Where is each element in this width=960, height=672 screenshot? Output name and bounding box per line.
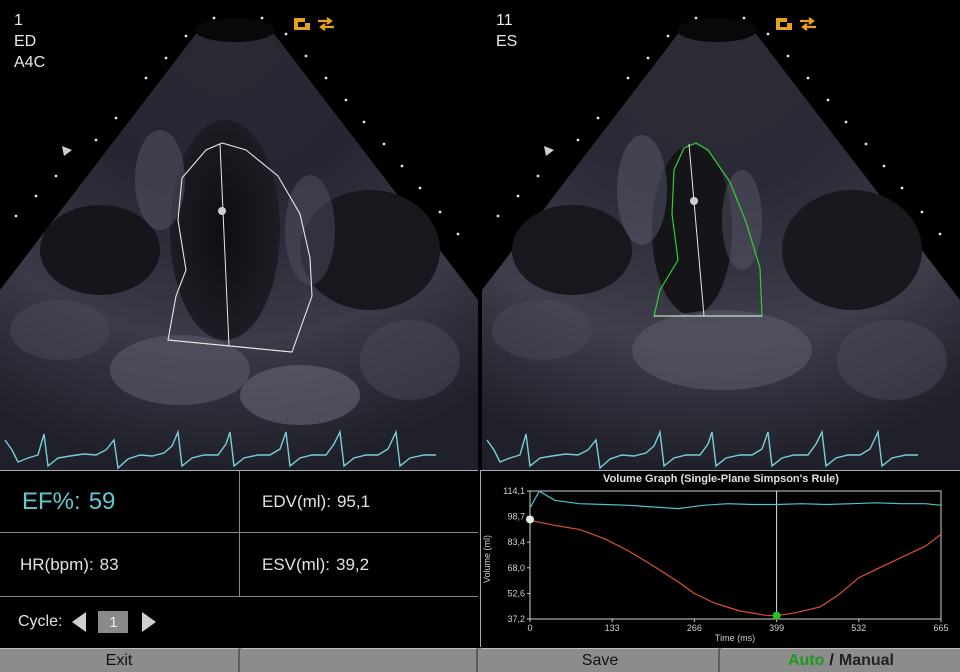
- ed-volume-marker[interactable]: [526, 515, 534, 524]
- y-tick-label: 37,2: [507, 614, 525, 624]
- view-label: A4C: [14, 54, 46, 71]
- es-phase-label: ES: [496, 33, 518, 50]
- cycle-next-arrow-icon[interactable]: [142, 612, 157, 632]
- graph-ylabel: Volume (ml): [482, 535, 492, 583]
- hr-label: HR(bpm):: [20, 554, 94, 574]
- bottom-toolbar: Exit Save Auto / Manual: [0, 648, 960, 672]
- graph-xlabel: Time (ms): [715, 633, 755, 643]
- cycle-label: Cycle:: [18, 613, 63, 630]
- graph-title: Volume Graph (Single-Plane Simpson's Rul…: [603, 473, 839, 485]
- orientation-marker-icon: [544, 146, 554, 156]
- es-frame-info: 11 ES: [496, 10, 517, 52]
- volume-curve-line: [529, 519, 942, 617]
- cycle-selector: Cycle: 1: [0, 597, 478, 647]
- hr-cell: HR(bpm): 83: [0, 533, 240, 597]
- y-tick-label: 83,4: [507, 537, 525, 547]
- y-tick-label: 68,0: [507, 563, 525, 573]
- edv-label: EDV(ml):: [262, 491, 331, 511]
- flip-swap-icon[interactable]: [799, 16, 817, 32]
- es-frame-number: 11: [496, 12, 513, 29]
- ecg-reference-line: [529, 490, 942, 510]
- edv-cell: EDV(ml): 95,1: [240, 471, 478, 533]
- volume-graph[interactable]: Volume Graph (Single-Plane Simpson's Rul…: [481, 471, 960, 647]
- ef-value: 59: [88, 487, 116, 515]
- mode-separator: /: [829, 651, 834, 669]
- es-apex-handle[interactable]: [690, 197, 698, 205]
- ed-ultrasound-image: [0, 16, 478, 470]
- x-tick-label: 266: [687, 623, 702, 633]
- results-panel: EF%: 59 EDV(ml): 95,1 HR(bpm): 83 ESV(ml…: [0, 470, 478, 647]
- x-tick-label: 532: [851, 623, 866, 633]
- esv-value: 39,2: [336, 554, 370, 574]
- hr-value: 83: [99, 554, 119, 574]
- ed-probe-icons: [293, 16, 335, 32]
- ef-label: EF%:: [22, 487, 81, 515]
- esv-cell: ESV(ml): 39,2: [240, 533, 478, 597]
- plot-frame: [529, 490, 942, 620]
- ed-apex-handle[interactable]: [218, 207, 226, 215]
- es-ultrasound-image: [482, 16, 960, 470]
- flip-swap-icon[interactable]: [317, 16, 335, 32]
- es-echo-view[interactable]: 11 ES: [482, 0, 960, 470]
- ed-echo-view[interactable]: 1 ED A4C: [0, 0, 478, 470]
- orientation-marker-icon: [62, 146, 72, 156]
- y-tick-label: 114,1: [503, 486, 525, 496]
- cycle-value: 1: [98, 611, 129, 633]
- manual-mode-label[interactable]: Manual: [839, 652, 894, 670]
- esv-label: ESV(ml):: [262, 554, 330, 574]
- ef-cell: EF%: 59: [0, 471, 240, 533]
- volume-graph-panel: Volume Graph (Single-Plane Simpson's Rul…: [480, 470, 960, 647]
- edv-value: 95,1: [336, 491, 371, 511]
- ed-phase-label: ED: [14, 33, 37, 50]
- x-tick-label: 399: [769, 623, 784, 633]
- probe-orientation-icon[interactable]: [293, 16, 311, 32]
- save-button[interactable]: Save: [482, 648, 720, 672]
- empty-button[interactable]: [242, 648, 478, 672]
- x-tick-label: 133: [605, 623, 620, 633]
- es-probe-icons: [775, 16, 817, 32]
- auto-manual-toggle[interactable]: Auto / Manual: [722, 648, 960, 672]
- y-tick-label: 98,7: [507, 512, 525, 522]
- ed-frame-info: 1 ED A4C: [14, 10, 45, 73]
- es-volume-marker[interactable]: [772, 611, 781, 620]
- probe-orientation-icon[interactable]: [775, 16, 793, 32]
- cycle-prev-arrow-icon[interactable]: [72, 612, 87, 632]
- y-tick-label: 52,6: [507, 588, 525, 598]
- ed-frame-number: 1: [14, 12, 23, 29]
- exit-button[interactable]: Exit: [0, 648, 240, 672]
- x-tick-label: 0: [527, 623, 532, 633]
- x-tick-label: 665: [933, 623, 948, 633]
- auto-mode-label[interactable]: Auto: [788, 652, 824, 670]
